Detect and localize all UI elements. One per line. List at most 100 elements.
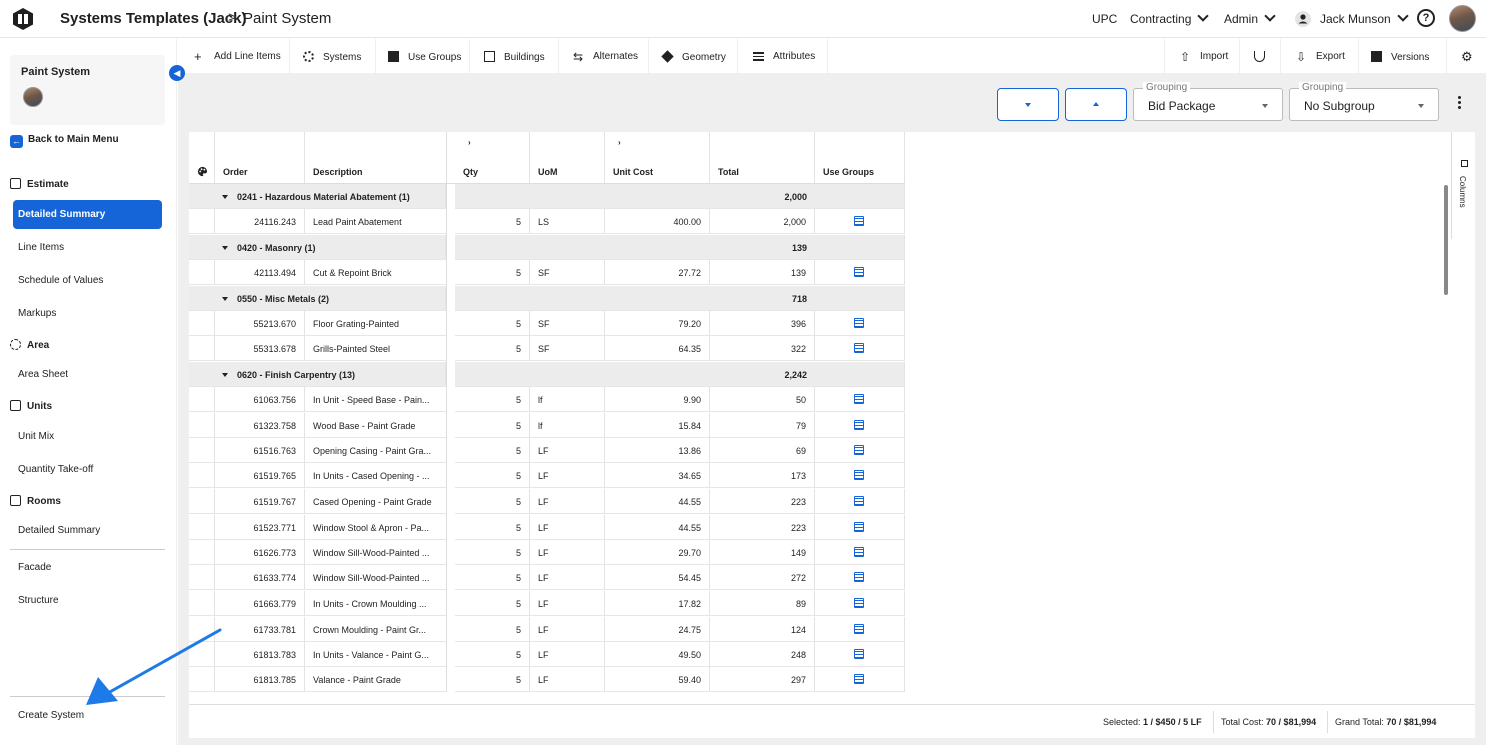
unit-cost-cell[interactable]: 24.75 xyxy=(605,617,710,642)
attributes-button[interactable]: Attributes xyxy=(738,39,828,74)
total-cell[interactable]: 149 xyxy=(710,540,815,565)
qty-cell[interactable]: 5 xyxy=(455,540,530,565)
use-groups-cell[interactable] xyxy=(815,617,905,642)
order-cell[interactable]: 61523.771 xyxy=(215,515,305,540)
sidebar-item-markups[interactable]: Markups xyxy=(18,308,56,319)
use-groups-cell[interactable] xyxy=(815,336,905,361)
order-column-header[interactable]: Order xyxy=(215,132,305,184)
order-cell[interactable]: 55213.670 xyxy=(215,311,305,336)
order-cell[interactable]: 61516.763 xyxy=(215,438,305,463)
description-cell[interactable]: Window Sill-Wood-Painted ... xyxy=(305,540,446,565)
order-cell[interactable]: 55313.678 xyxy=(215,336,305,361)
total-cell[interactable]: 173 xyxy=(710,463,815,488)
sidebar-item-rooms-detailed-summary[interactable]: Detailed Summary xyxy=(18,525,100,536)
uom-cell[interactable]: LF xyxy=(530,438,605,463)
unit-cost-cell[interactable]: 29.70 xyxy=(605,540,710,565)
expand-all-button[interactable] xyxy=(997,88,1059,121)
user-menu[interactable]: Jack Munson xyxy=(1320,10,1409,26)
use-groups-cell[interactable] xyxy=(815,591,905,616)
uom-cell[interactable]: LS xyxy=(530,209,605,234)
row-color-cell[interactable] xyxy=(189,209,215,234)
row-color-cell[interactable] xyxy=(189,413,215,438)
use-groups-icon[interactable] xyxy=(854,496,864,506)
row-color-cell[interactable] xyxy=(189,260,215,285)
description-cell[interactable]: In Units - Valance - Paint G... xyxy=(305,642,446,667)
group-label-cell[interactable]: 0420 - Masonry (1) xyxy=(189,235,446,260)
uom-cell[interactable]: LF xyxy=(530,565,605,590)
breadcrumb-parent[interactable]: Systems Templates (Jack) xyxy=(60,10,246,27)
subgroup-select[interactable]: Grouping No Subgroup xyxy=(1289,82,1439,121)
uom-cell[interactable]: LF xyxy=(530,463,605,488)
sidebar-item-schedule-of-values[interactable]: Schedule of Values xyxy=(18,275,103,286)
sidebar-item-quantity-takeoff[interactable]: Quantity Take-off xyxy=(18,464,93,475)
sidebar-item-area-sheet[interactable]: Area Sheet xyxy=(18,369,68,380)
sidebar-item-detailed-summary[interactable]: Detailed Summary xyxy=(13,200,162,229)
order-cell[interactable]: 61519.767 xyxy=(215,489,305,514)
qty-cell[interactable]: 5 xyxy=(455,591,530,616)
row-color-cell[interactable] xyxy=(189,540,215,565)
qty-cell[interactable]: 5 xyxy=(455,515,530,540)
description-cell[interactable]: Grills-Painted Steel xyxy=(305,336,446,361)
buildings-button[interactable]: Buildings xyxy=(470,39,559,74)
use-groups-icon[interactable] xyxy=(854,649,864,659)
import-button[interactable]: ⇧ Import xyxy=(1165,39,1240,74)
use-groups-cell[interactable] xyxy=(815,667,905,692)
total-cell[interactable]: 272 xyxy=(710,565,815,590)
qty-cell[interactable]: 5 xyxy=(455,260,530,285)
row-color-cell[interactable] xyxy=(189,489,215,514)
use-groups-cell[interactable] xyxy=(815,413,905,438)
unit-cost-cell[interactable]: 9.90 xyxy=(605,387,710,412)
use-groups-cell[interactable] xyxy=(815,540,905,565)
use-groups-cell[interactable] xyxy=(815,642,905,667)
description-column-header[interactable]: Description xyxy=(305,132,446,184)
total-cell[interactable]: 223 xyxy=(710,515,815,540)
qty-cell[interactable]: 5 xyxy=(455,336,530,361)
columns-panel-toggle[interactable]: Columns xyxy=(1451,132,1475,239)
row-color-cell[interactable] xyxy=(189,336,215,361)
unit-cost-cell[interactable]: 27.72 xyxy=(605,260,710,285)
unit-cost-cell[interactable]: 54.45 xyxy=(605,565,710,590)
qty-cell[interactable]: 5 xyxy=(455,463,530,488)
use-groups-icon[interactable] xyxy=(854,343,864,353)
geometry-button[interactable]: Geometry xyxy=(649,39,738,74)
qty-cell[interactable]: 5 xyxy=(455,642,530,667)
uom-cell[interactable]: LF xyxy=(530,667,605,692)
settings-button[interactable]: ⚙ xyxy=(1447,39,1486,74)
description-cell[interactable]: Window Sill-Wood-Painted ... xyxy=(305,565,446,590)
use-groups-icon[interactable] xyxy=(854,598,864,608)
total-cell[interactable]: 297 xyxy=(710,667,815,692)
app-logo-icon[interactable] xyxy=(11,7,35,31)
total-cell[interactable]: 124 xyxy=(710,617,815,642)
description-cell[interactable]: Wood Base - Paint Grade xyxy=(305,413,446,438)
caret-down-icon[interactable] xyxy=(222,195,228,199)
grouping-select[interactable]: Grouping Bid Package xyxy=(1133,82,1283,121)
description-cell[interactable]: Valance - Paint Grade xyxy=(305,667,446,692)
order-cell[interactable]: 24116.243 xyxy=(215,209,305,234)
versions-button[interactable]: Versions xyxy=(1359,39,1447,74)
qty-cell[interactable]: 5 xyxy=(455,209,530,234)
description-cell[interactable]: Cut & Repoint Brick xyxy=(305,260,446,285)
unit-cost-cell[interactable]: 15.84 xyxy=(605,413,710,438)
description-cell[interactable]: In Units - Crown Moulding ... xyxy=(305,591,446,616)
caret-down-icon[interactable] xyxy=(222,246,228,250)
qty-cell[interactable]: 5 xyxy=(455,667,530,692)
unit-cost-cell[interactable]: 13.86 xyxy=(605,438,710,463)
unit-cost-column-header[interactable]: › Unit Cost xyxy=(605,132,710,184)
uom-cell[interactable]: SF xyxy=(530,311,605,336)
use-groups-cell[interactable] xyxy=(815,489,905,514)
use-groups-cell[interactable] xyxy=(815,260,905,285)
unit-cost-cell[interactable]: 44.55 xyxy=(605,489,710,514)
description-cell[interactable]: Cased Opening - Paint Grade xyxy=(305,489,446,514)
row-color-cell[interactable] xyxy=(189,438,215,463)
sidebar-item-facade[interactable]: Facade xyxy=(18,562,51,573)
uom-cell[interactable]: lf xyxy=(530,413,605,438)
sidebar-item-structure[interactable]: Structure xyxy=(18,595,59,606)
use-groups-cell[interactable] xyxy=(815,565,905,590)
uom-cell[interactable]: LF xyxy=(530,642,605,667)
collapse-all-button[interactable] xyxy=(1065,88,1127,121)
uom-cell[interactable]: lf xyxy=(530,387,605,412)
description-cell[interactable]: In Units - Cased Opening - ... xyxy=(305,463,446,488)
back-to-main-menu-link[interactable]: ← Back to Main Menu xyxy=(10,134,119,148)
use-groups-icon[interactable] xyxy=(854,624,864,634)
uom-column-header[interactable]: UoM xyxy=(530,132,605,184)
